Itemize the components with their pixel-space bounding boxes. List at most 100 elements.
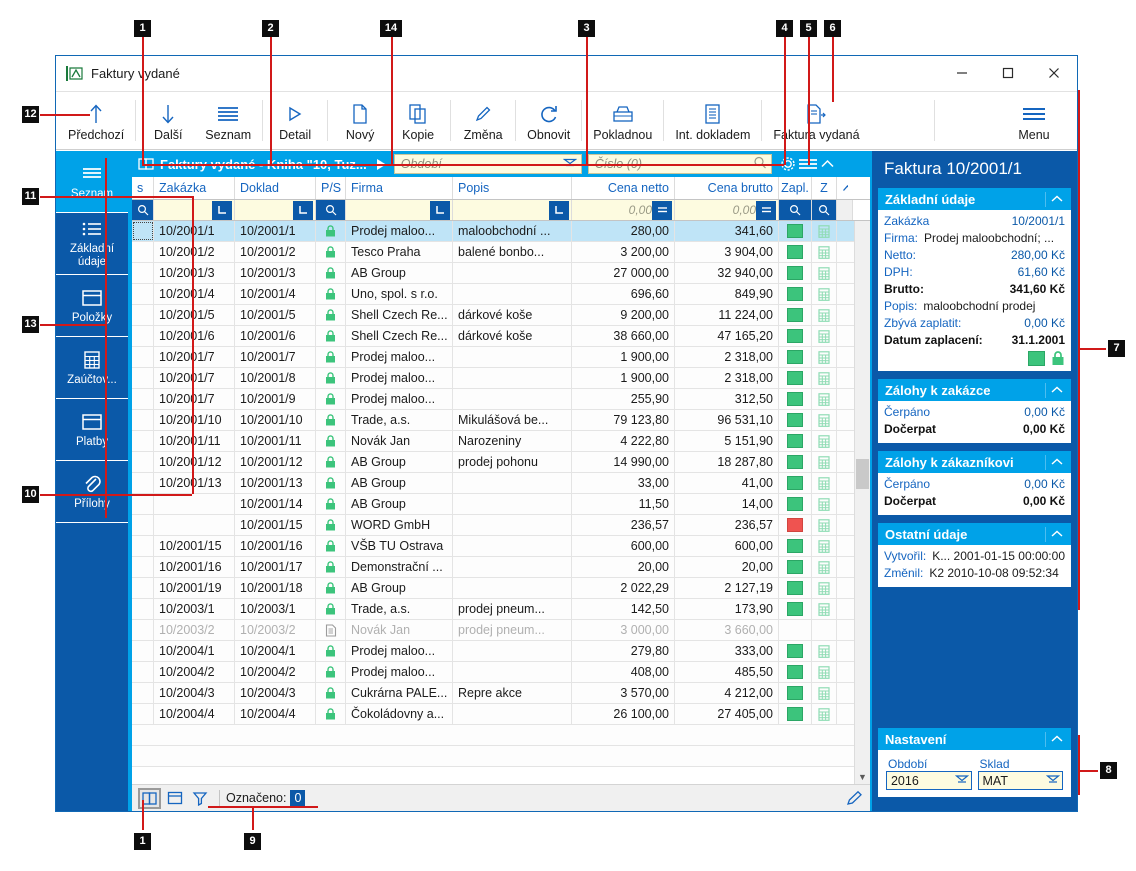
filter-options-icon[interactable] [212,200,232,220]
column-header-ps[interactable]: P/S [316,177,346,199]
minimize-button[interactable] [939,56,985,91]
chevron-up-icon[interactable] [1045,382,1067,398]
payment-status-square [1028,351,1045,366]
k2-logo-icon [66,65,83,81]
column-header-scroll-up[interactable] [837,177,853,199]
cell-cena-netto: 696,60 [572,284,675,304]
filter-cell-popis[interactable] [453,200,572,220]
table-row[interactable]: 10/2001/15 WORD GmbH 236,57 236,57 [132,515,854,536]
table-row[interactable]: 10/2001/4 10/2001/4 Uno, spol. s r.o. 696,6… [132,284,854,305]
table-row[interactable]: 10/2003/2 10/2003/2 Novák Jan prodej pneum.… [132,620,854,641]
toolbar-button-seznam[interactable]: Seznam [197,92,259,149]
search-icon[interactable] [814,200,834,220]
filter-cell-doklad[interactable] [235,200,316,220]
table-row[interactable]: 10/2001/16 10/2001/17 Demonstrační ... 20,0… [132,557,854,578]
sidebar-item-zauctovani[interactable]: Zaúčtov... [56,337,128,399]
table-row[interactable]: 10/2001/10 10/2001/10 Trade, a.s. Mikulášov… [132,410,854,431]
column-header-popis[interactable]: Popis [453,177,572,199]
table-row[interactable]: 10/2001/2 10/2001/2 Tesco Praha balené bonb… [132,242,854,263]
refresh-icon [539,101,559,127]
table-row[interactable]: 10/2001/6 10/2001/6 Shell Czech Re... dárko… [132,326,854,347]
chevron-up-icon[interactable] [1045,526,1067,542]
table-row[interactable]: 10/2001/12 10/2001/12 AB Group prodej pohon… [132,452,854,473]
toolbar-button-pokladnou[interactable]: Pokladnou [585,92,660,149]
table-row[interactable]: 10/2004/4 10/2004/4 Čokoládovny a... 26 100… [132,704,854,725]
table-row[interactable]: 10/2001/15 10/2001/16 VŠB TU Ostrava 600,00… [132,536,854,557]
search-icon[interactable] [132,200,153,220]
maximize-button[interactable] [985,56,1031,91]
table-row[interactable]: 10/2001/14 AB Group 11,50 14,00 [132,494,854,515]
filter-cell-cena-netto[interactable]: 0,00 [572,200,675,220]
table-row[interactable]: 10/2004/1 10/2004/1 Prodej maloo... 279,80 3… [132,641,854,662]
toolbar-button-obnovit[interactable]: Obnovit [519,92,578,149]
filter-cell-ps[interactable] [316,200,346,220]
table-row[interactable]: 10/2004/3 10/2004/3 Cukrárna PALE... Repre … [132,683,854,704]
toolbar-button-kopie[interactable]: Kopie [389,92,447,149]
filter-compare-icon[interactable] [756,200,776,220]
sidebar-item-prilohy[interactable]: Přílohy [56,461,128,523]
column-header-firma[interactable]: Firma [346,177,453,199]
table-row[interactable]: 10/2003/1 10/2003/1 Trade, a.s. prodej pneu… [132,599,854,620]
column-header-zapl[interactable]: Zapl. [779,177,812,199]
sidebar-item-seznam[interactable]: Seznam [56,151,128,213]
settings-card-header[interactable]: Nastavení [877,728,1071,750]
table-row[interactable]: 10/2004/2 10/2004/2 Prodej maloo... 408,00 4… [132,662,854,683]
scrollbar-thumb[interactable] [855,459,869,489]
filter-options-icon[interactable] [549,200,569,220]
toolbar-button-int-dokladem[interactable]: Int. dokladem [667,92,758,149]
detail-card-header[interactable]: Zálohy k zákazníkovi [877,451,1071,473]
box-icon[interactable] [163,788,186,809]
toolbar-button-zmena[interactable]: Změna [454,92,512,149]
sidebar-item-zakladni-udaje[interactable]: Základní údaje [56,213,128,275]
toolbar-button-menu[interactable]: Menu [1005,92,1063,149]
filter-options-icon[interactable] [293,200,313,220]
chevron-up-icon[interactable] [1045,191,1067,207]
filter-cell-firma[interactable] [346,200,453,220]
detail-card-header[interactable]: Základní údaje [877,188,1071,210]
column-header-z[interactable]: Z [812,177,837,199]
chevron-down-icon[interactable] [954,773,969,788]
column-header-cena-brutto[interactable]: Cena brutto [675,177,779,199]
filter-options-icon[interactable] [430,200,450,220]
table-row[interactable]: 10/2001/5 10/2001/5 Shell Czech Re... dárko… [132,305,854,326]
vertical-scrollbar[interactable]: ▼ [853,221,870,784]
toolbar-button-dalsi[interactable]: Další [139,92,197,149]
table-row[interactable]: 10/2001/11 10/2001/11 Novák Jan Narozeniny 4… [132,431,854,452]
callout-marker-1: 1 [134,833,151,850]
toolbar-button-faktura-vydana[interactable]: Faktura vydaná [765,92,867,149]
table-row[interactable]: 10/2001/7 10/2001/7 Prodej maloo... 1 900,0… [132,347,854,368]
scroll-down-arrow[interactable]: ▼ [855,769,870,784]
detail-card-header[interactable]: Zálohy k zakázce [877,379,1071,401]
detail-card-header[interactable]: Ostatní údaje [877,523,1071,545]
filter-cell-s[interactable] [132,200,154,220]
toolbar-button-detail[interactable]: Detail [266,92,324,149]
settings-select-obdobi[interactable]: 2016 [885,771,972,790]
chevron-down-icon[interactable] [1045,773,1061,788]
filter-cell-zapl[interactable] [779,200,812,220]
table-row[interactable]: 10/2001/1 10/2001/1 Prodej maloo... maloobc… [132,221,854,242]
chevron-up-icon[interactable] [1045,731,1067,747]
table-row[interactable]: 10/2001/13 10/2001/13 AB Group 33,00 41,00 [132,473,854,494]
close-button[interactable] [1031,56,1077,91]
sidebar-item-polozky[interactable]: Položky [56,275,128,337]
cell-zakazka: 10/2001/15 [154,536,235,556]
filter-cell-z[interactable] [812,200,837,220]
column-header-doklad[interactable]: Doklad [235,177,316,199]
table-row[interactable]: 10/2001/3 10/2001/3 AB Group 27 000,00 32 94… [132,263,854,284]
column-header-cena-netto[interactable]: Cena netto [572,177,675,199]
sidebar-item-platby[interactable]: Platby [56,399,128,461]
table-row[interactable]: 10/2001/19 10/2001/18 AB Group 2 022,29 2 12… [132,578,854,599]
filter-compare-icon[interactable] [652,200,672,220]
chevron-up-icon[interactable] [1045,454,1067,470]
table-row[interactable]: 10/2001/7 10/2001/9 Prodej maloo... 255,90 3… [132,389,854,410]
toolbar-button-novy[interactable]: Nový [331,92,389,149]
search-icon[interactable] [320,200,341,220]
toolbar-button-predchozi[interactable]: Předchozí [60,92,132,149]
pencil-icon[interactable] [846,790,864,806]
chevron-up-icon[interactable] [818,153,838,175]
table-row[interactable]: 10/2001/7 10/2001/8 Prodej maloo... 1 900,0… [132,368,854,389]
settings-select-sklad[interactable]: MAT [977,771,1064,790]
search-icon[interactable] [785,200,805,220]
filter-cell-zakazka[interactable] [154,200,235,220]
filter-cell-cena-brutto[interactable]: 0,00 [675,200,779,220]
